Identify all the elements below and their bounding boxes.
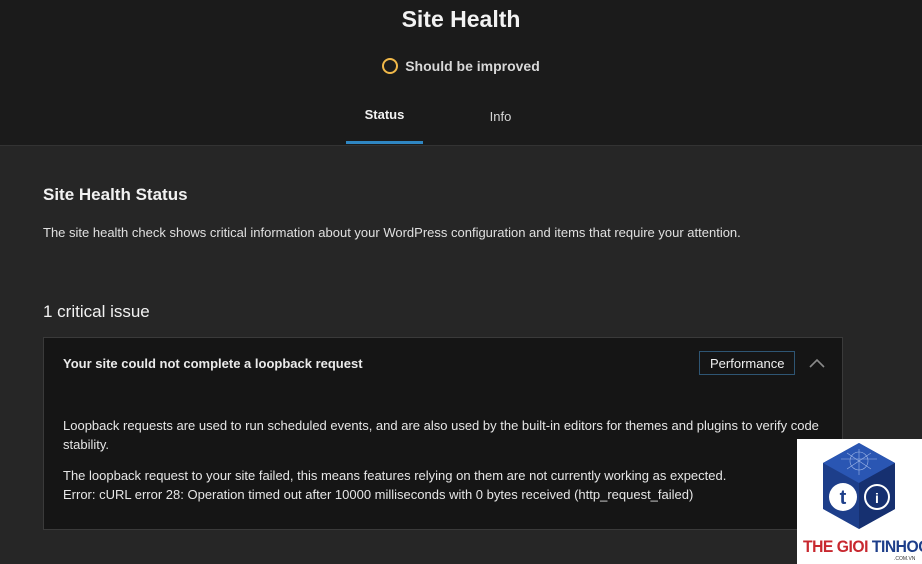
issue-panel: Your site could not complete a loopback … [43,337,843,530]
issue-paragraph: The loopback request to your site failed… [63,466,825,504]
issue-paragraph: Loopback requests are used to run schedu… [63,418,819,452]
svg-text:i: i [875,490,879,506]
issue-title: Your site could not complete a loopback … [63,356,363,371]
tab-status[interactable]: Status [346,88,423,144]
chevron-up-icon[interactable] [807,353,827,373]
svg-text:t: t [840,487,847,509]
watermark-logo: t i THE GIOI TINHOC .COM.VN [797,439,922,564]
section-title: Site Health Status [43,185,188,204]
health-status-label: Should be improved [405,58,540,74]
issue-error-text: Error: cURL error 28: Operation timed ou… [63,487,694,502]
status-ring-icon [382,57,399,74]
issue-failure-text: The loopback request to your site failed… [63,468,727,483]
issue-description: Loopback requests are used to run schedu… [63,416,825,516]
issue-count-heading: 1 critical issue [43,302,150,321]
issue-category-badge: Performance [699,351,796,375]
page-title: Site Health [401,6,521,32]
watermark-domain: .COM.VN [894,556,916,562]
issue-accordion-toggle[interactable]: Your site could not complete a loopback … [44,338,842,390]
health-status: Should be improved [0,57,922,74]
site-health-header: Site Health Should be improved Status In… [0,0,922,146]
logo-icon: t i [823,443,895,529]
watermark-text: THE GIOI TINHOC [803,537,922,556]
tab-info[interactable]: Info [462,88,539,144]
section-description: The site health check shows critical inf… [43,225,741,240]
